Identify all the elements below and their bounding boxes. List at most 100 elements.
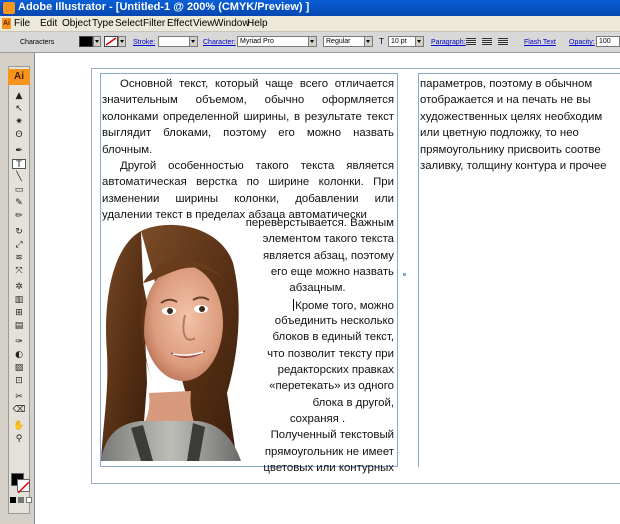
pen-icon[interactable]: ✒ — [12, 146, 26, 156]
column-2-line: или цветную подложку, то нео — [420, 127, 579, 140]
no-stroke-icon — [105, 37, 117, 46]
menu-type[interactable]: Type — [92, 18, 114, 29]
ai-logo: Ai — [8, 69, 30, 85]
zoom-icon[interactable]: ⚲ — [12, 434, 26, 444]
none-mode-icon[interactable] — [26, 497, 32, 503]
stroke-color-swatch[interactable] — [17, 479, 30, 494]
eyedropper-icon[interactable]: ✑ — [12, 337, 26, 347]
paragraph-link[interactable]: Paragraph: — [431, 39, 466, 46]
font-family-field[interactable]: Myriad Pro — [237, 36, 317, 47]
text-cursor — [293, 299, 295, 311]
document-icon[interactable]: Ai — [2, 18, 11, 29]
wrapped-text-line: является абзац, поэтому — [262, 250, 394, 262]
gradient-icon[interactable]: ▤ — [12, 321, 26, 331]
control-bar: Characters Stroke: Character: Myriad Pro… — [0, 32, 620, 53]
menu-help[interactable]: Help — [247, 18, 268, 29]
graph-icon[interactable]: ▥ — [12, 295, 26, 305]
live-paint-icon[interactable]: ▨ — [12, 363, 26, 373]
window-title: Adobe Illustrator - [Untitled-1 @ 200% (… — [18, 1, 310, 13]
opacity-link[interactable]: Opacity: — [569, 39, 595, 46]
menu-effect[interactable]: Effect — [167, 18, 192, 29]
portrait-photo[interactable] — [101, 223, 241, 461]
title-bar: Adobe Illustrator - [Untitled-1 @ 200% (… — [0, 0, 620, 16]
rotate-icon[interactable]: ↻ — [12, 227, 26, 237]
thread-handle[interactable] — [403, 273, 406, 276]
text-column-2[interactable]: параметров, поэтому в обычном отображаетс… — [420, 76, 620, 174]
document-canvas[interactable]: Основной текст, который чаще всего отлич… — [35, 53, 620, 524]
wrapped-text-line: абзацным. — [289, 282, 346, 294]
align-center-icon[interactable] — [482, 38, 492, 46]
type-icon[interactable]: T — [12, 159, 26, 170]
slice-icon[interactable]: ⊡ — [12, 376, 26, 386]
wrapped-text-line: что позволит тексту при — [267, 348, 394, 360]
hand-icon[interactable]: ✋ — [12, 421, 26, 431]
font-style-field[interactable]: Regular — [323, 36, 373, 47]
artboard-edge-left — [91, 68, 92, 483]
paragraph-1: Основной текст, который чаще всего отлич… — [102, 78, 394, 156]
font-size-field[interactable]: 10 pt — [388, 36, 424, 47]
artboard-edge-bottom — [91, 483, 620, 484]
paintbrush-icon[interactable]: ✎ — [12, 198, 26, 208]
paragraph-2: Другой особенностью такого текста являет… — [102, 160, 394, 222]
column-2-line: заливку, толщину контура и прочее — [420, 159, 607, 172]
stroke-link[interactable]: Stroke: — [133, 39, 155, 46]
scissors-icon[interactable]: ✂ — [12, 392, 26, 402]
column-2-line: отображается и на печать не вы — [420, 94, 591, 107]
wrapped-text-line: его еще можно назвать — [270, 266, 394, 278]
column-2-line: художественных целях необходим — [420, 110, 603, 123]
character-link[interactable]: Character: — [203, 39, 236, 46]
stroke-weight-field[interactable] — [158, 36, 198, 47]
align-right-icon[interactable] — [498, 38, 508, 46]
wrapped-text-line: прямоугольник не имеет — [264, 446, 394, 458]
gradient-mode-icon[interactable] — [18, 497, 24, 503]
menu-file[interactable]: File — [14, 18, 30, 29]
align-left-icon[interactable] — [466, 38, 476, 46]
text-column-1[interactable]: Основной текст, который чаще всего отлич… — [102, 76, 394, 224]
menu-window[interactable]: Window — [214, 18, 250, 29]
wrapped-text-line: «перетекать» из одного — [269, 380, 394, 392]
magic-wand-icon[interactable]: ✷ — [12, 117, 26, 127]
blend-icon[interactable]: ◐ — [12, 350, 26, 360]
wrapped-text-line: блоков в единый текст, — [272, 331, 394, 343]
font-size-icon: T — [379, 37, 384, 46]
line-icon[interactable]: ╲ — [12, 172, 26, 182]
tools-panel: Ai ▲ ↖ ✷ ʘ ✒ T ╲ ▭ ✎ ✏ ↻ ⤢ ≋ ⤧ ✲ ▥ ⊞ ▤ ✑ ◐ ▨ ⊡ ✂ ⌫ ✋ ⚲ — [0, 53, 35, 524]
column-2-line: параметров, поэтому в обычном — [420, 78, 593, 90]
scale-icon[interactable]: ⤢ — [12, 240, 26, 250]
fill-dropdown[interactable] — [93, 36, 101, 47]
lasso-icon[interactable]: ʘ — [12, 130, 26, 140]
rectangle-icon[interactable]: ▭ — [12, 185, 26, 195]
wrapped-text-line: блока в другой, — [312, 397, 394, 409]
symbol-sprayer-icon[interactable]: ✲ — [12, 282, 26, 292]
menu-filter[interactable]: Filter — [143, 18, 165, 29]
wrapped-text-line: сохраняя . — [289, 413, 346, 425]
warp-icon[interactable]: ≋ — [12, 253, 26, 263]
wrapped-text-line: редакторских правках — [277, 364, 394, 376]
artboard-edge-top — [91, 68, 620, 69]
wrapped-text-line: элементом такого текста — [262, 233, 394, 245]
menu-object[interactable]: Object — [62, 18, 91, 29]
menu-edit[interactable]: Edit — [40, 18, 57, 29]
app-icon — [3, 2, 15, 14]
stroke-swatch[interactable] — [104, 36, 118, 47]
stroke-dropdown[interactable] — [118, 36, 126, 47]
free-transform-icon[interactable]: ⤧ — [12, 266, 26, 276]
eraser-icon[interactable]: ⌫ — [12, 405, 26, 415]
wrapped-text-line: Полученный текстовый — [270, 429, 394, 441]
panel-label: Characters — [20, 39, 55, 46]
wrapped-text-line: объединить несколько — [274, 315, 394, 327]
color-mode-icon[interactable] — [10, 497, 16, 503]
menu-view[interactable]: View — [193, 18, 215, 29]
selection-icon[interactable]: ▲ — [12, 91, 26, 101]
flash-text-link[interactable]: Flash Text — [524, 39, 556, 46]
pencil-icon[interactable]: ✏ — [12, 211, 26, 221]
wrapped-text-line: цветовых или контурных — [263, 462, 394, 474]
opacity-field[interactable]: 100 — [596, 36, 620, 47]
column-2-line: прямоугольнику присвоить соотве — [420, 143, 601, 156]
mesh-icon[interactable]: ⊞ — [12, 308, 26, 318]
direct-selection-icon[interactable]: ↖ — [12, 104, 26, 114]
fill-swatch[interactable] — [79, 36, 93, 47]
wrapped-text-line: Кроме того, можно — [293, 299, 394, 312]
menu-select[interactable]: Select — [115, 18, 143, 29]
no-stroke-icon — [17, 481, 30, 494]
